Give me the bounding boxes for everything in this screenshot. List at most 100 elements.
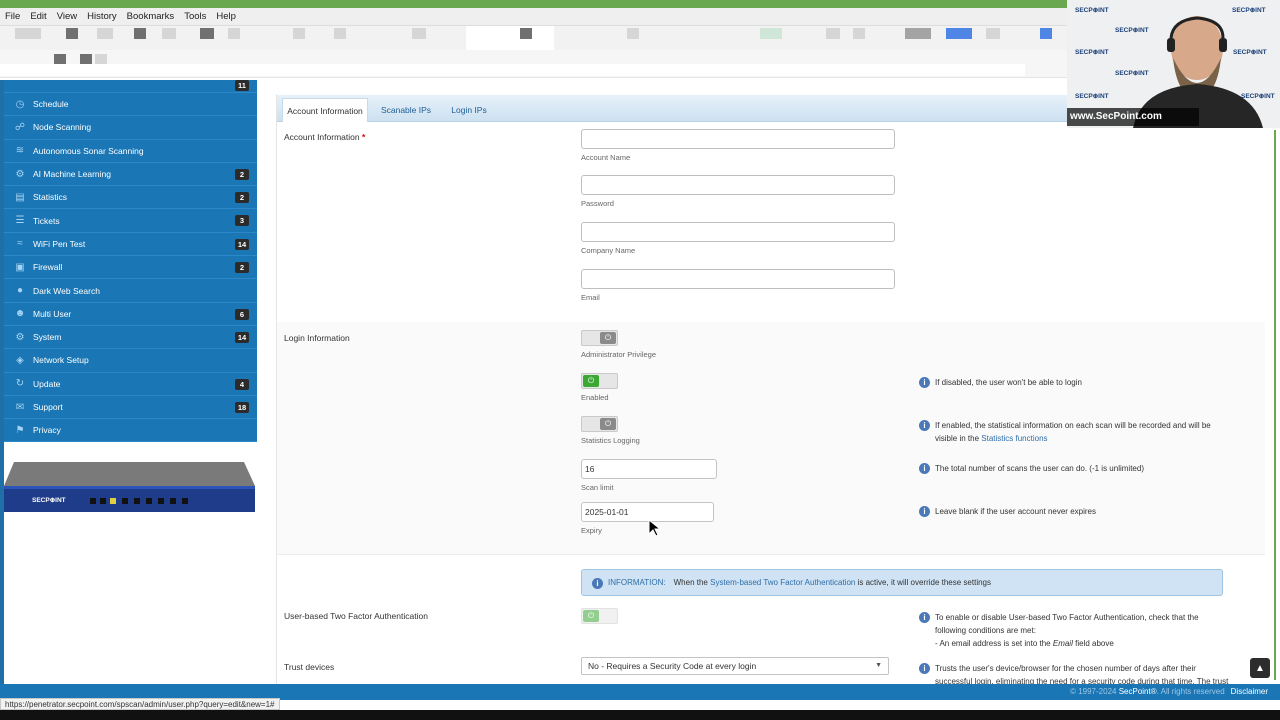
- menu-help[interactable]: Help: [216, 11, 236, 22]
- blurred-tab[interactable]: [853, 28, 865, 39]
- blurred-tab[interactable]: [97, 28, 113, 39]
- tab-account-information[interactable]: Account Information: [282, 98, 368, 122]
- blurred-tab[interactable]: [627, 28, 639, 39]
- sidebar-badge: 3: [235, 215, 249, 227]
- email-input[interactable]: [581, 269, 895, 289]
- menu-file[interactable]: File: [5, 11, 20, 22]
- support-icon: ✉: [15, 401, 25, 413]
- sidebar: 11 ◷ Schedule ☍ Node Scanning ≋ Autonomo…: [0, 80, 262, 692]
- blurred-tab[interactable]: [134, 28, 146, 39]
- enabled-toggle[interactable]: ⏻: [581, 373, 618, 389]
- trust-devices-label: Trust devices: [284, 662, 335, 672]
- blurred-tab[interactable]: [412, 28, 426, 39]
- blurred-tab[interactable]: [760, 28, 782, 39]
- gear-icon: ⚙: [15, 331, 25, 343]
- menu-tools[interactable]: Tools: [184, 11, 206, 22]
- company-name-label: Company Name: [581, 246, 636, 255]
- blurred-tab[interactable]: [66, 28, 78, 39]
- address-bar[interactable]: [0, 64, 1025, 76]
- sidebar-item-support[interactable]: ✉ Support 18: [4, 395, 257, 420]
- webcam-url: www.SecPoint.com: [1067, 108, 1199, 126]
- trust-devices-select[interactable]: No - Requires a Security Code at every l…: [581, 657, 889, 675]
- blurred-tab[interactable]: [15, 28, 41, 39]
- blurred-tab[interactable]: [520, 28, 532, 39]
- sidebar-item-dark-web-search[interactable]: ● Dark Web Search: [4, 279, 257, 303]
- sidebar-badge: 2: [235, 192, 249, 204]
- sidebar-item-firewall[interactable]: ▣ Firewall 2: [4, 256, 257, 280]
- info-icon: i: [919, 663, 930, 674]
- statistics-functions-link[interactable]: Statistics functions: [981, 434, 1047, 443]
- footer-text: © 1997-2024 SecPoint®. All rights reserv…: [1070, 687, 1268, 696]
- blurred-tab[interactable]: [293, 28, 305, 39]
- sidebar-item-network-setup[interactable]: ◈ Network Setup: [4, 349, 257, 373]
- blurred-tab[interactable]: [334, 28, 346, 39]
- appliance-image: SECP⊕INT: [4, 458, 255, 514]
- power-icon: ⏻: [583, 610, 599, 622]
- blurred-tab[interactable]: [228, 28, 240, 39]
- sidebar-item-update[interactable]: ↻ Update 4: [4, 372, 257, 396]
- sidebar-item-tickets[interactable]: ☰ Tickets 3: [4, 209, 257, 233]
- menu-edit[interactable]: Edit: [30, 11, 46, 22]
- sidebar-item-privacy[interactable]: ⚑ Privacy: [4, 419, 257, 443]
- sidebar-item-label: Autonomous Sonar Scanning: [33, 145, 144, 156]
- sidebar-item-autonomous-sonar-scanning[interactable]: ≋ Autonomous Sonar Scanning: [4, 139, 257, 163]
- blurred-tab[interactable]: [986, 28, 1000, 39]
- blurred-tab[interactable]: [200, 28, 214, 39]
- menu-view[interactable]: View: [57, 11, 77, 22]
- sidebar-item-label: Privacy: [33, 425, 61, 436]
- sidebar-badge: 4: [235, 378, 249, 390]
- tab-scanable-ips[interactable]: Scanable IPs: [370, 98, 442, 122]
- required-mark: *: [361, 132, 366, 142]
- statistics-logging-label: Statistics Logging: [581, 436, 640, 445]
- blurred-tab[interactable]: [826, 28, 840, 39]
- sidebar-item-dashboard[interactable]: 11: [4, 80, 257, 93]
- sidebar-badge: 6: [235, 308, 249, 320]
- sidebar-badge: 18: [235, 401, 249, 413]
- admin-privilege-label: Administrator Privilege: [581, 350, 657, 359]
- blurred-tab[interactable]: [905, 28, 931, 39]
- menu-bookmarks[interactable]: Bookmarks: [127, 11, 175, 22]
- active-tab[interactable]: [466, 26, 554, 50]
- password-input[interactable]: [581, 175, 895, 195]
- system-2fa-link[interactable]: System-based Two Factor Authentication: [710, 578, 855, 587]
- sidebar-item-wifi-pen-test[interactable]: ≈ WiFi Pen Test 14: [4, 232, 257, 257]
- sidebar-item-label: Network Setup: [33, 355, 89, 366]
- enabled-label: Enabled: [581, 393, 609, 402]
- scan-limit-input[interactable]: 16: [581, 459, 717, 479]
- company-name-input[interactable]: [581, 222, 895, 242]
- sidebar-item-label: Statistics: [33, 192, 68, 203]
- sidebar-item-multi-user[interactable]: ☻ Multi User 6: [4, 302, 257, 326]
- footer-brand[interactable]: SecPoint®: [1119, 687, 1157, 696]
- wifi-icon: ≈: [17, 238, 23, 250]
- tab-login-ips[interactable]: Login IPs: [444, 98, 494, 122]
- sidebar-item-node-scanning[interactable]: ☍ Node Scanning: [4, 116, 257, 140]
- sidebar-badge: 2: [235, 262, 249, 274]
- sidebar-item-statistics[interactable]: ▤ Statistics 2: [4, 186, 257, 210]
- sidebar-badge: 2: [235, 168, 249, 180]
- info-icon: i: [919, 377, 930, 388]
- password-label: Password: [581, 199, 614, 208]
- user-2fa-toggle[interactable]: ⏻: [581, 608, 618, 624]
- disclaimer-link[interactable]: Disclaimer: [1231, 687, 1268, 696]
- sidebar-item-schedule[interactable]: ◷ Schedule: [4, 93, 257, 117]
- sidebar-item-ai-machine-learning[interactable]: ⚙ AI Machine Learning 2: [4, 162, 257, 187]
- sidebar-item-system[interactable]: ⚙ System 14: [4, 325, 257, 350]
- power-icon: ⏻: [583, 375, 599, 387]
- info-icon: i: [919, 506, 930, 517]
- admin-privilege-toggle[interactable]: ⏻: [581, 330, 618, 346]
- sidebar-item-label: System: [33, 332, 62, 343]
- menu-history[interactable]: History: [87, 11, 117, 22]
- statistics-logging-toggle[interactable]: ⏻: [581, 416, 618, 432]
- blurred-tab[interactable]: [946, 28, 972, 39]
- user-2fa-label: User-based Two Factor Authentication: [284, 611, 428, 621]
- blurred-tab[interactable]: [1040, 28, 1052, 39]
- scroll-top-button[interactable]: ▲: [1250, 658, 1270, 678]
- blurred-tab[interactable]: [162, 28, 176, 39]
- status-url: https://penetrator.secpoint.com/spscan/a…: [0, 698, 280, 710]
- scan-limit-hint: i The total number of scans the user can …: [919, 462, 1144, 475]
- account-name-input[interactable]: [581, 129, 895, 149]
- account-name-label: Account Name: [581, 153, 631, 162]
- info-banner: i INFORMATION: When the System-based Two…: [581, 569, 1223, 596]
- bar-chart-icon: ▤: [15, 191, 25, 203]
- update-icon: ↻: [15, 378, 25, 390]
